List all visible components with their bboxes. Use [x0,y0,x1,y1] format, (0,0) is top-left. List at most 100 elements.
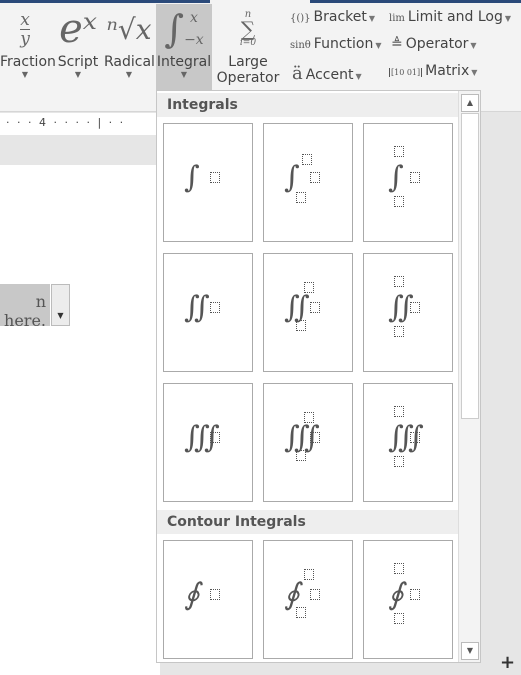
integral-limits: x −x [184,10,204,48]
integral-symbol-icon: ∫ [284,160,300,195]
large-operator-button[interactable]: n ∑ i=0 Large Operator ▼ [213,4,283,100]
integral-template-tile[interactable]: ∫ [263,123,353,242]
integral-button[interactable]: ∫ x −x Integral ▼ [156,4,212,90]
placeholder-box [296,320,306,331]
fraction-button[interactable]: x y Fraction ▼ [0,4,56,92]
integral-template-tile[interactable]: ∮ [263,540,353,659]
placeholder-box [410,302,420,313]
limit-icon: lim [389,13,405,24]
integral-symbol-icon: ∫ [388,160,404,195]
integral-template-tile[interactable]: ∬ [263,253,353,372]
chevron-down-icon: ▼ [57,311,64,320]
placeholder-box [394,146,404,157]
integral-template-tile[interactable]: ∬ [163,253,253,372]
integral-template-tile[interactable]: ∭ [163,383,253,502]
integral-template-tile[interactable]: ∭ [263,383,353,502]
title-bar-edge [310,0,521,3]
placeholder-box [304,282,314,293]
large-operator-icon: n ∑ i=0 [213,4,283,54]
placeholder-box [304,569,314,580]
placeholder-box [296,607,306,618]
fraction-label: Fraction [0,54,56,70]
zoom-in-icon[interactable]: + [500,652,515,673]
equation-placeholder[interactable]: n here. [0,284,50,330]
integral-symbol-icon: ∮ [388,577,404,612]
placeholder-box [394,326,404,337]
sum-glyph: ∑ [240,17,256,41]
title-bar-edge [0,0,210,3]
accent-button[interactable]: ä Accent ▼ [292,63,362,84]
placeholder-box [210,432,220,443]
placeholder-box [310,302,320,313]
function-icon: sinθ [290,40,311,51]
placeholder-box [394,406,404,417]
chevron-down-icon: ▼ [375,41,382,50]
operator-label: Operator [405,36,469,52]
placeholder-box [302,154,312,165]
placeholder-box [210,589,220,600]
fraction-icon: x y [0,4,50,54]
placeholder-box [394,563,404,574]
script-button[interactable]: eˣ Script ▼ [55,4,101,92]
matrix-label: Matrix [425,63,470,79]
chevron-down-icon: ▼ [355,72,362,81]
operator-button[interactable]: ≜ Operator ▼ [391,36,477,52]
placeholder-box [296,450,306,461]
placeholder-box [210,172,220,183]
script-icon: eˣ [59,6,97,52]
integral-icon: ∫ x −x [156,4,212,54]
integral-label: Integral [156,54,212,70]
integral-template-tile[interactable]: ∫ [363,123,453,242]
integral-template-tile[interactable]: ∮ [363,540,453,659]
placeholder-box [310,432,320,443]
integral-template-tile[interactable]: ∭ [363,383,453,502]
placeholder-box [410,432,420,443]
chevron-down-icon: ▼ [125,70,133,79]
radical-label: Radical [104,54,155,70]
placeholder-box [394,456,404,467]
integral-symbol-icon: ∫ [184,160,200,195]
placeholder-box [394,276,404,287]
fraction-numerator: x [20,9,30,30]
large-operator-label-2-text: Operator [216,70,280,86]
chevron-down-icon: ▼ [180,70,188,79]
operator-icon: ≜ [391,36,403,52]
placeholder-box [394,613,404,624]
function-label: Function [313,36,374,52]
chevron-down-icon: ▼ [471,68,478,77]
placeholder-box [304,412,314,423]
integral-template-tile[interactable]: ∮ [163,540,253,659]
accent-icon: ä [292,63,303,84]
section-header-contour-integrals: Contour Integrals [157,510,459,534]
function-button[interactable]: sinθ Function ▼ [290,36,382,52]
bracket-icon: {()} [290,13,311,24]
radical-button[interactable]: ⁿ√x Radical ▼ [104,4,155,92]
bracket-label: Bracket [313,9,367,25]
chevron-down-icon: ▼ [368,14,376,23]
gallery-scrollbar[interactable]: ▲ ▼ [458,91,480,662]
placeholder-box [310,589,320,600]
integral-gallery: Integrals ∫ ∫ ∫ ∬ ∬ ∬ ∭ ∭ ∭ ∮ ∮ ∮ Contour Integrals… [156,90,481,663]
placeholder-box [296,192,306,203]
scroll-up-button[interactable]: ▲ [461,94,479,112]
integral-glyph: ∫ [164,7,185,51]
limit-and-log-button[interactable]: lim Limit and Log ▼ [389,9,511,25]
matrix-button[interactable]: [10 01] Matrix ▼ [389,63,477,79]
chevron-down-icon: ▼ [74,70,82,79]
integral-template-tile[interactable]: ∬ [363,253,453,372]
fraction-denominator: y [20,28,30,49]
chevron-down-icon: ▼ [21,70,29,79]
integral-template-tile[interactable]: ∫ [163,123,253,242]
integral-symbol-icon: ∬ [184,290,210,325]
radical-icon: ⁿ√x [106,12,152,46]
matrix-icon: [10 01] [389,68,423,77]
equation-options-button[interactable]: ▼ [51,284,70,326]
accent-label: Accent [305,67,354,83]
scroll-down-button[interactable]: ▼ [461,642,479,660]
scroll-thumb[interactable] [461,113,479,419]
bracket-button[interactable]: {()} Bracket ▼ [290,9,375,25]
placeholder-box [394,196,404,207]
placeholder-box [410,172,420,183]
document-page[interactable] [0,165,160,675]
sum-lower: i=0 [239,38,257,48]
